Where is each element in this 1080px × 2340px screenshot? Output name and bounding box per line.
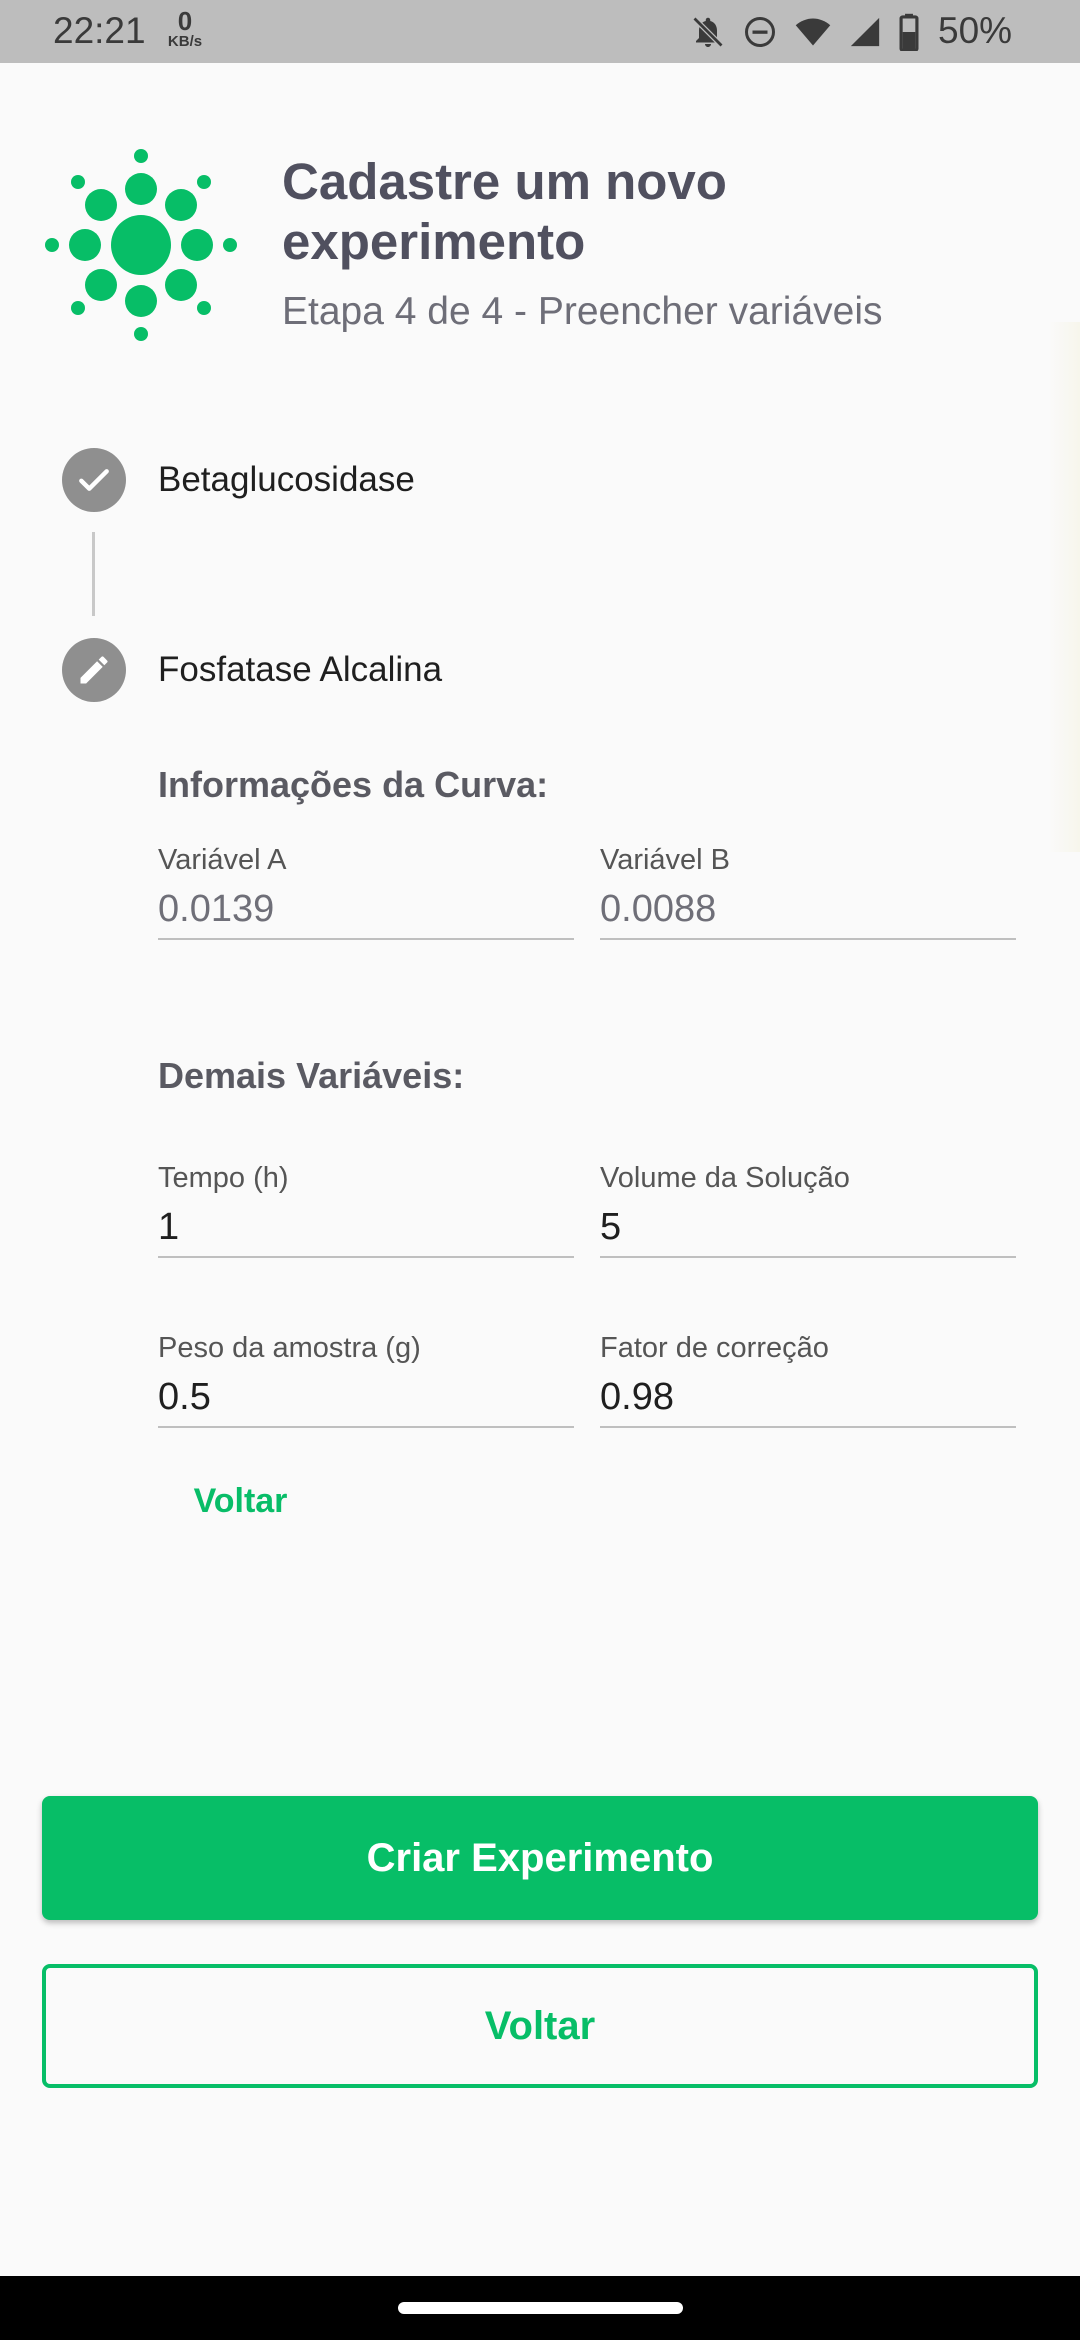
- peso-label: Peso da amostra (g): [158, 1332, 421, 1364]
- home-gesture-handle[interactable]: [398, 2302, 683, 2314]
- tempo-input[interactable]: [158, 1198, 574, 1258]
- curve-section-title: Informações da Curva:: [158, 764, 549, 805]
- page-title: Cadastre um novo experimento: [282, 153, 727, 270]
- do-not-disturb-icon: [745, 17, 775, 47]
- variable-a-input[interactable]: [158, 880, 574, 940]
- volume-input[interactable]: [600, 1198, 1016, 1258]
- peso-input[interactable]: [158, 1368, 574, 1428]
- variable-b-input[interactable]: [600, 880, 1016, 940]
- notifications-off-icon: [692, 16, 724, 48]
- network-speed-unit: KB/s: [167, 33, 203, 50]
- other-variables-title: Demais Variáveis:: [158, 1055, 465, 1096]
- battery-icon: [899, 13, 919, 51]
- step-editing-indicator[interactable]: [62, 638, 126, 702]
- page-subtitle: Etapa 4 de 4 - Preencher variáveis: [282, 290, 883, 333]
- step-label-betaglucosidase[interactable]: Betaglucosidase: [158, 460, 415, 500]
- volume-label: Volume da Solução: [600, 1162, 850, 1194]
- pencil-icon: [80, 656, 108, 684]
- status-bar: 22:21 0 KB/s 50%: [0, 0, 1080, 63]
- back-button[interactable]: Voltar: [42, 1964, 1038, 2088]
- step-back-button[interactable]: Voltar: [158, 1468, 323, 1534]
- variable-b-label: Variável B: [600, 844, 731, 876]
- sun-dots-logo: [45, 149, 237, 341]
- step-label-fosfatase-alcalina[interactable]: Fosfatase Alcalina: [158, 650, 442, 690]
- network-speed-value: 0: [177, 6, 193, 36]
- create-experiment-button[interactable]: Criar Experimento: [42, 1796, 1038, 1920]
- step-connector: [92, 532, 95, 616]
- cellular-signal-icon: [850, 17, 880, 47]
- step-completed-indicator[interactable]: [62, 448, 126, 512]
- tempo-label: Tempo (h): [158, 1162, 289, 1194]
- check-icon: [79, 469, 109, 491]
- fator-label: Fator de correção: [600, 1332, 829, 1364]
- wifi-icon: [795, 18, 831, 46]
- network-speed: 0 KB/s: [160, 8, 210, 49]
- fator-input[interactable]: [600, 1368, 1016, 1428]
- status-time: 22:21: [53, 10, 146, 51]
- edge-shadow: [1048, 322, 1080, 852]
- variable-a-label: Variável A: [158, 844, 287, 876]
- status-icons: [690, 12, 936, 52]
- battery-percent: 50%: [938, 10, 1013, 51]
